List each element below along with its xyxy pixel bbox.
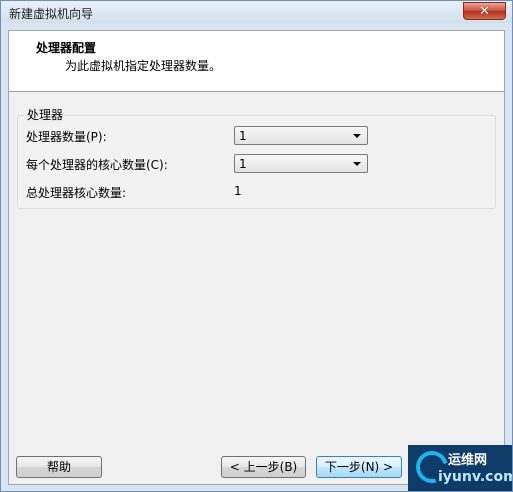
wizard-header: 处理器配置 为此虚拟机指定处理器数量。 (9, 31, 504, 92)
close-button[interactable]: ✕ (463, 2, 506, 20)
watermark-logo: 运维网 iyunv.com (408, 445, 512, 491)
processor-count-value: 1 (239, 129, 247, 143)
cores-per-processor-label: 每个处理器的核心数量(C): (26, 158, 168, 172)
processor-count-select[interactable]: 1 (234, 126, 368, 145)
cores-per-processor-value: 1 (239, 157, 247, 171)
total-cores-value: 1 (234, 184, 242, 198)
close-icon: ✕ (479, 3, 490, 19)
processor-group-label: 处理器 (26, 106, 65, 123)
wizard-window: 新建虚拟机向导 ✕ 处理器配置 为此虚拟机指定处理器数量。 处理器 处理器数量(… (0, 0, 513, 492)
cores-per-processor-select[interactable]: 1 (234, 154, 368, 173)
watermark-top-text: 运维网 (448, 453, 488, 468)
watermark-bottom-text: iyunv.com (438, 469, 512, 485)
title-bar[interactable]: 新建虚拟机向导 ✕ (1, 1, 512, 23)
next-button[interactable]: 下一步(N) > (316, 456, 402, 478)
wizard-body: 处理器配置 为此虚拟机指定处理器数量。 处理器 处理器数量(P): 1 每个处理… (8, 30, 505, 485)
help-button[interactable]: 帮助 (16, 456, 102, 478)
page-description: 为此虚拟机指定处理器数量。 (65, 59, 222, 73)
processor-count-label: 处理器数量(P): (26, 130, 107, 144)
back-button[interactable]: < 上一步(B) (221, 456, 306, 478)
total-cores-label: 总处理器核心数量: (26, 186, 127, 200)
chevron-down-icon (353, 162, 361, 166)
window-title: 新建虚拟机向导 (9, 7, 94, 21)
page-title: 处理器配置 (36, 41, 97, 55)
chevron-down-icon (353, 134, 361, 138)
